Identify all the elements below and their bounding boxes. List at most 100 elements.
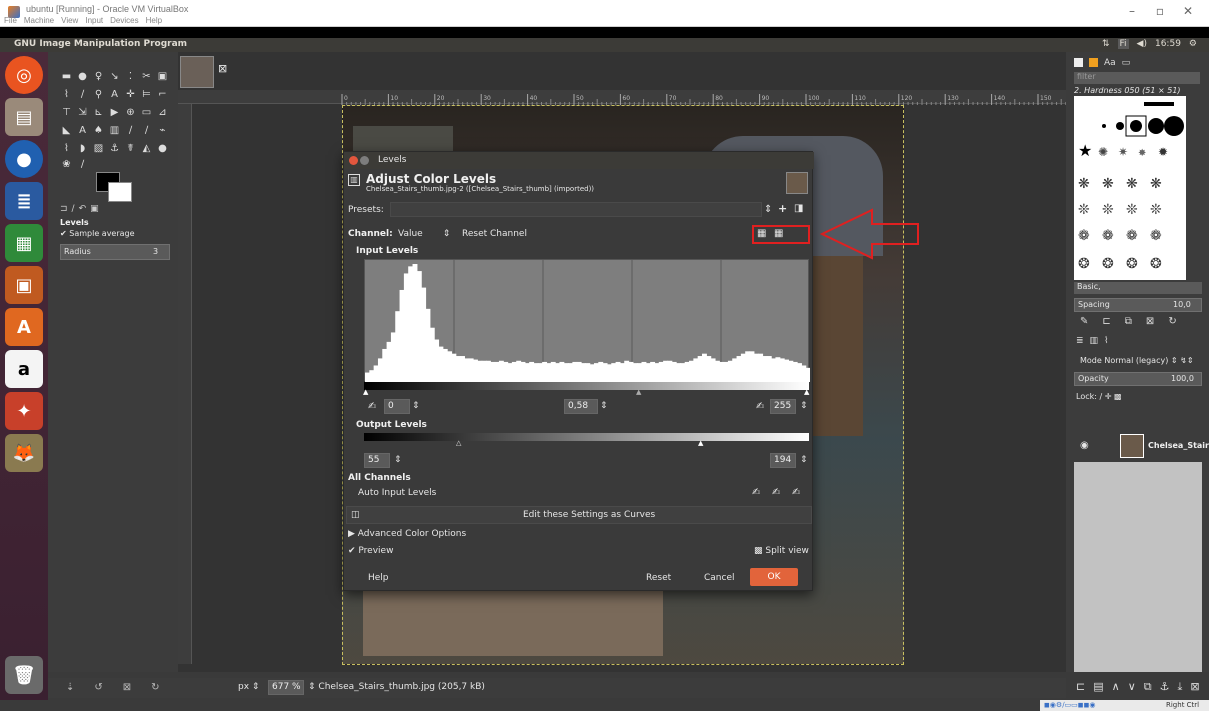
output-low-field[interactable]: 55 (364, 453, 390, 468)
input-high-field[interactable]: 255 (770, 399, 796, 414)
presets-combo[interactable] (390, 202, 762, 217)
input-gamma-field[interactable]: 0,58 (564, 399, 598, 414)
horizontal-ruler[interactable]: 0 10 20 30 40 50 60 70 80 90 100 110 120 130 140 150 (178, 90, 1081, 105)
menu-devices[interactable]: Devices (110, 16, 138, 25)
image-thumbnail-tab[interactable] (180, 56, 214, 88)
lock-position-icon[interactable]: ✛ (1105, 392, 1112, 401)
vertical-ruler[interactable] (178, 104, 192, 664)
input-high-spin-arrows[interactable]: ⇕ (800, 401, 808, 411)
align-tool-icon[interactable]: ⊨ (140, 88, 153, 101)
layers-list[interactable]: ◉ Chelsea_Stairs (1074, 432, 1209, 672)
ok-button[interactable]: OK (750, 568, 798, 586)
tab-undo-history[interactable]: ↶ (79, 204, 87, 216)
tab-paths[interactable]: ⌇ (1104, 336, 1108, 346)
heal-tool-icon[interactable]: ◗ (76, 142, 89, 155)
ellipse-select-tool-icon[interactable]: ● (76, 70, 89, 83)
output-low-slider[interactable]: △ (456, 439, 461, 447)
firefox-icon[interactable]: ● (5, 140, 43, 178)
zoom-tool-icon[interactable]: ⚲ (92, 88, 105, 101)
menu-machine[interactable]: Machine (24, 16, 54, 25)
radius-spinner[interactable]: Radius 3 (60, 244, 170, 260)
tab-fonts[interactable]: Aa (1104, 58, 1116, 68)
zoom-selector[interactable]: 677 % (268, 680, 304, 695)
new-brush-icon[interactable]: ⊏ (1102, 316, 1110, 327)
duplicate-layer-icon[interactable]: ⧉ (1144, 680, 1152, 694)
trash-icon[interactable]: 🗑 (5, 656, 43, 694)
blur-tool-icon[interactable]: ☤ (124, 142, 137, 155)
histogram[interactable] (364, 259, 811, 382)
measure-tool-icon[interactable]: A (108, 88, 121, 101)
output-high-spin-arrows[interactable]: ⇕ (800, 455, 808, 465)
free-select-tool-icon[interactable]: ♀ (92, 70, 105, 83)
tab-channels[interactable]: ▥ (1090, 336, 1099, 346)
presets-dropdown-icon[interactable]: ⇕ (764, 204, 772, 215)
cancel-button[interactable]: Cancel (704, 573, 735, 583)
impress-icon[interactable]: ▣ (5, 266, 43, 304)
reset-options-icon[interactable]: ↻ (151, 682, 159, 694)
help-button[interactable]: Help (368, 573, 389, 583)
volume-icon[interactable]: ◀) (1137, 39, 1147, 49)
close-button[interactable]: ✕ (1176, 2, 1200, 20)
files-icon[interactable]: ▤ (5, 98, 43, 136)
layer-row[interactable]: ◉ Chelsea_Stairs (1074, 432, 1209, 462)
settings-icon[interactable]: ✦ (5, 392, 43, 430)
minimize-button[interactable]: – (1120, 2, 1144, 20)
shear-tool-icon[interactable]: ⊾ (92, 106, 105, 119)
spacing-spinner[interactable]: Spacing 10,0 (1074, 298, 1202, 312)
layer-mode-selector[interactable]: Mode Normal (legacy) ⇕ ↯⇕ (1080, 356, 1194, 365)
move-tool-icon[interactable]: ✛ (124, 88, 137, 101)
menu-file[interactable]: File (4, 16, 17, 25)
preview-checkbox[interactable]: ✔ Preview (348, 546, 393, 556)
tab-device-status[interactable]: ∕ (72, 204, 75, 216)
clone-tool-icon[interactable]: ⌇ (60, 142, 73, 155)
network-icon[interactable]: ⇅ (1102, 39, 1110, 49)
pick-black-point-icon[interactable]: ✍ (752, 487, 760, 498)
brush-grid[interactable]: ★ ✺ ✷ ✸ ✹ ❋ ❋ ❋ ❋ ❊ ❊ ❊ ❊ ❁ ❁ ❁ ❁ ❂ ❂ ❂ ❂ (1074, 96, 1186, 280)
fuzzy-select-tool-icon[interactable]: ↘ (108, 70, 121, 83)
restore-options-icon[interactable]: ↺ (94, 682, 102, 694)
raise-layer-icon[interactable]: ∧ (1112, 680, 1120, 694)
anchor-layer-icon[interactable]: ⚓ (1160, 680, 1170, 694)
tab-tool-options[interactable]: ⊐ (60, 204, 68, 216)
input-gamma-spin-arrows[interactable]: ⇕ (600, 401, 608, 411)
duplicate-brush-icon[interactable]: ⧉ (1125, 316, 1132, 327)
dialog-close-button[interactable] (349, 156, 358, 165)
split-view-checkbox[interactable]: ▩ Split view (754, 546, 809, 556)
delete-brush-icon[interactable]: ⊠ (1146, 316, 1154, 327)
airbrush-tool-icon[interactable]: ∕ (140, 124, 153, 137)
reset-button[interactable]: Reset (646, 573, 671, 583)
ubuntu-dash-icon[interactable]: ◎ (5, 56, 43, 94)
ink-tool-icon[interactable]: ⌁ (156, 124, 169, 137)
input-gamma-slider[interactable]: ▲ (636, 388, 641, 396)
delete-layer-icon[interactable]: ⊠ (1190, 680, 1199, 694)
eraser-tool-icon[interactable]: ◭ (140, 142, 153, 155)
edit-as-curves-button[interactable]: ◫ Edit these Settings as Curves (346, 506, 812, 524)
clock[interactable]: 16:59 (1155, 39, 1181, 49)
tab-brushes[interactable] (1074, 58, 1083, 67)
flip-tool-icon[interactable]: ⊕ (124, 106, 137, 119)
input-low-slider[interactable]: ▲ (363, 388, 368, 396)
eye-icon[interactable]: ◉ (1080, 440, 1089, 451)
gradient-tool-icon[interactable]: ▥ (108, 124, 121, 137)
color-picker-tool-icon[interactable]: ∕ (76, 88, 89, 101)
maximize-button[interactable]: ▫ (1148, 2, 1172, 20)
channel-selector[interactable]: Value ⇕ (398, 229, 450, 239)
tab-layers[interactable]: ≣ (1076, 336, 1084, 346)
advanced-options-expander[interactable]: ▶ Advanced Color Options (348, 529, 466, 539)
input-high-picker-icon[interactable]: ✍ (756, 401, 764, 412)
save-options-icon[interactable]: ⇣ (66, 682, 74, 694)
keyboard-indicator[interactable]: Fi (1117, 39, 1129, 49)
crop-tool-icon[interactable]: ⌐ (156, 88, 169, 101)
background-color[interactable] (108, 182, 132, 202)
brush-set-selector[interactable]: Basic, (1074, 282, 1202, 294)
edit-brush-icon[interactable]: ✎ (1080, 316, 1088, 327)
lock-pixels-icon[interactable]: ∕ (1099, 392, 1102, 401)
cage-tool-icon[interactable]: ▭ (140, 106, 153, 119)
amazon-icon[interactable]: a (5, 350, 43, 388)
menu-view[interactable]: View (61, 16, 78, 25)
close-tab-icon[interactable]: ⊠ (218, 62, 227, 75)
paintbrush-tool-icon[interactable]: ♠ (92, 124, 105, 137)
add-preset-icon[interactable]: + (778, 202, 787, 215)
pick-gray-point-icon[interactable]: ✍ (772, 487, 780, 498)
pick-white-point-icon[interactable]: ✍ (792, 487, 800, 498)
